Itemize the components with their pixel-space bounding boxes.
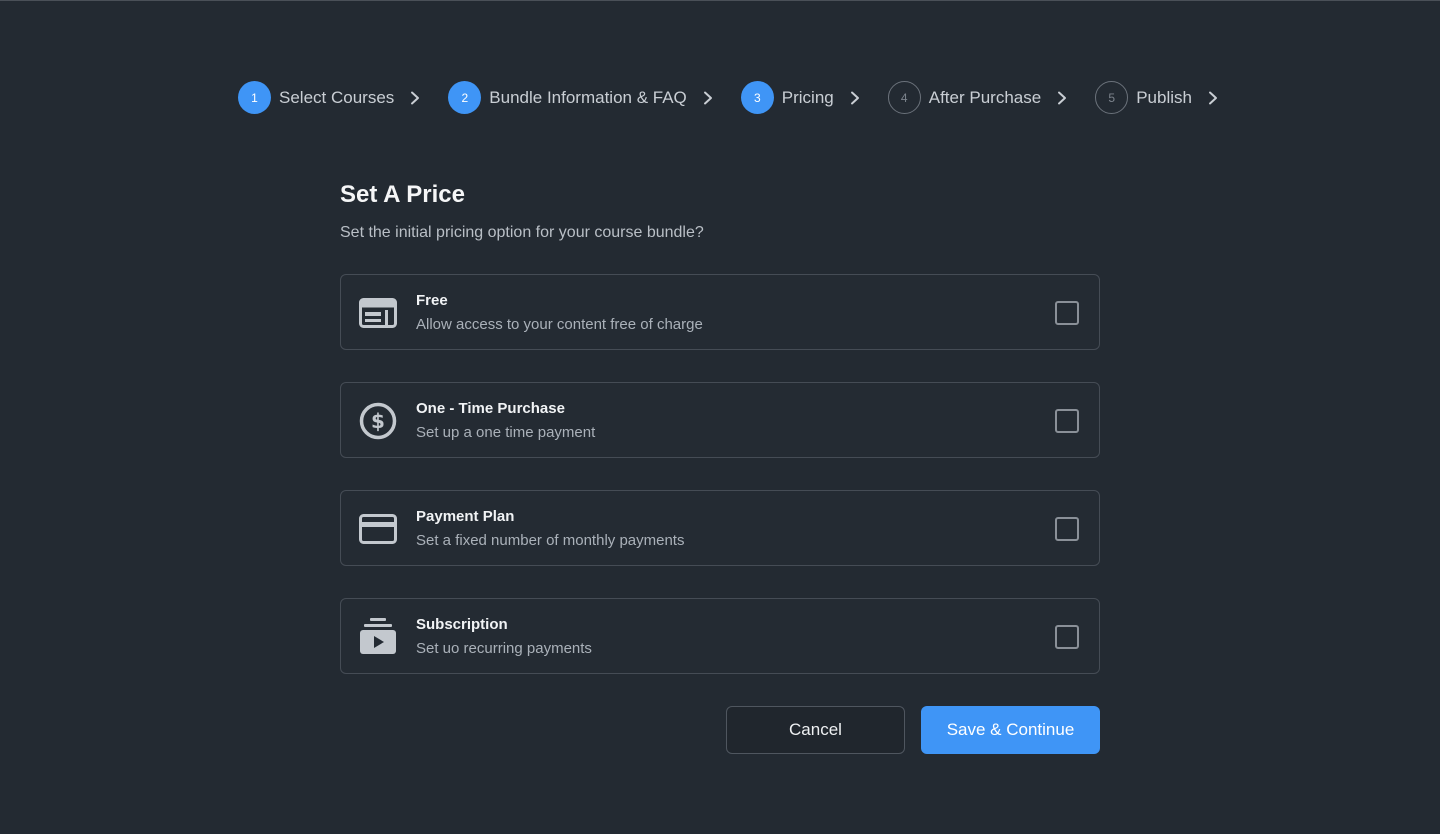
- pricing-option-payment-plan[interactable]: Payment Plan Set a fixed number of month…: [340, 490, 1100, 566]
- step-label: Bundle Information & FAQ: [489, 87, 687, 107]
- option-title: One - Time Purchase: [416, 400, 565, 417]
- chevron-right-icon: [1208, 91, 1218, 105]
- pricing-option-subscription[interactable]: Subscription Set uo recurring payments: [340, 598, 1100, 674]
- progress-stepper: 1 Select Courses 2 Bundle Information & …: [238, 81, 1218, 114]
- page-title: Set A Price: [340, 181, 465, 208]
- pricing-options-list: Free Allow access to your content free o…: [340, 274, 1100, 706]
- pricing-option-one-time[interactable]: $ One - Time Purchase Set up a one time …: [340, 382, 1100, 458]
- step-label: Publish: [1136, 87, 1192, 107]
- option-description: Set uo recurring payments: [416, 640, 592, 657]
- option-description: Allow access to your content free of cha…: [416, 316, 703, 333]
- dollar-circle-icon: $: [359, 402, 397, 440]
- step-number-badge: 1: [238, 81, 271, 114]
- step-label: Pricing: [781, 87, 834, 107]
- step-pricing[interactable]: 3 Pricing: [740, 81, 888, 114]
- step-after-purchase[interactable]: 4 After Purchase: [887, 81, 1095, 114]
- pricing-header: Set A Price Set the initial pricing opti…: [340, 179, 1100, 243]
- step-label: Select Courses: [279, 87, 395, 107]
- chevron-right-icon: [1057, 91, 1067, 105]
- option-description: Set a fixed number of monthly payments: [416, 532, 685, 549]
- step-publish[interactable]: 5 Publish: [1095, 81, 1218, 114]
- pricing-option-free[interactable]: Free Allow access to your content free o…: [340, 274, 1100, 350]
- step-number-badge: 3: [740, 81, 774, 114]
- page-subtitle: Set the initial pricing option for your …: [340, 224, 704, 241]
- step-label: After Purchase: [928, 87, 1042, 107]
- option-description: Set up a one time payment: [416, 424, 596, 441]
- credit-card-icon: [359, 510, 397, 548]
- step-number-badge: 4: [887, 81, 921, 114]
- step-number-badge: 5: [1095, 81, 1129, 114]
- option-checkbox[interactable]: [1055, 625, 1079, 649]
- page-frame: 1 Select Courses 2 Bundle Information & …: [0, 0, 1440, 834]
- chevron-right-icon: [703, 91, 713, 105]
- cancel-button[interactable]: Cancel: [726, 706, 905, 754]
- option-checkbox[interactable]: [1055, 517, 1079, 541]
- option-checkbox[interactable]: [1055, 409, 1079, 433]
- step-bundle-information[interactable]: 2 Bundle Information & FAQ: [448, 81, 741, 114]
- chevron-right-icon: [850, 91, 860, 105]
- step-select-courses[interactable]: 1 Select Courses: [238, 81, 448, 114]
- layout-icon: [359, 294, 397, 332]
- svg-text:$: $: [371, 409, 385, 433]
- option-title: Subscription: [416, 616, 508, 633]
- option-title: Payment Plan: [416, 508, 515, 525]
- option-checkbox[interactable]: [1055, 301, 1079, 325]
- subscription-icon: [359, 618, 397, 656]
- form-actions: Cancel Save & Continue: [726, 706, 1100, 754]
- step-number-badge: 2: [448, 81, 482, 114]
- save-continue-button[interactable]: Save & Continue: [921, 706, 1100, 754]
- chevron-right-icon: [410, 91, 420, 105]
- option-title: Free: [416, 292, 448, 309]
